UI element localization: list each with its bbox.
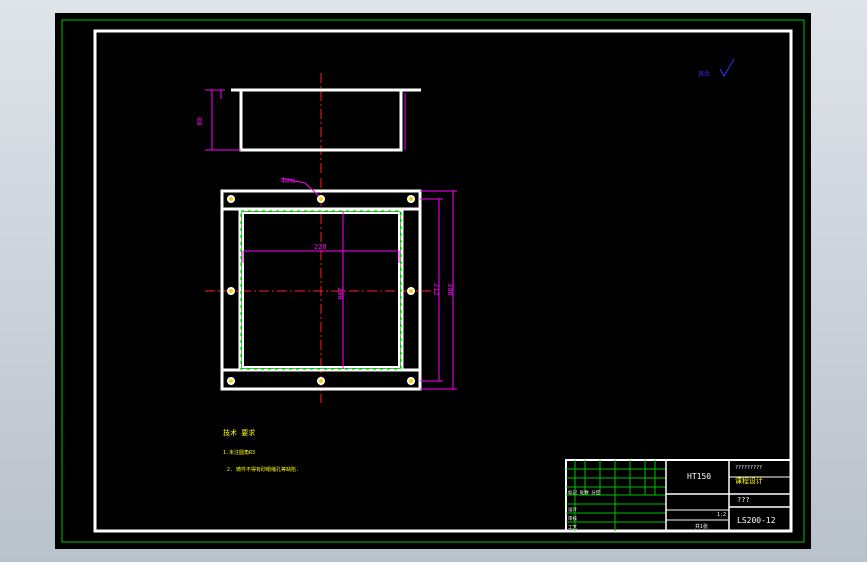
bolt-hole [227, 287, 235, 295]
title-block: 标记 处数 分区 设计 审核 工艺 HT150 1:2 共1张 ????????… [565, 459, 792, 532]
title-row-label-review: 审核 [568, 515, 577, 522]
dim-inner-height: 200 [336, 287, 344, 300]
dim-outer-height: 300 [446, 283, 454, 296]
title-material: HT150 [687, 472, 711, 481]
title-drawing-number: LS200-12 [737, 516, 776, 525]
bolt-hole [227, 377, 235, 385]
drawing-border [93, 29, 793, 533]
title-part-name: ??? [737, 496, 750, 504]
dim-inner-width: 220 [314, 243, 327, 251]
drawing-canvas[interactable]: 80 4xM6 220 200 212 300 其余 技术 要求 1.未注圆角R… [55, 13, 811, 549]
bolt-hole [317, 377, 325, 385]
title-row-label-design: 设计 [568, 506, 577, 513]
top-view: 80 [195, 73, 421, 173]
bolt-hole [407, 377, 415, 385]
dim-top-view-height: 80 [195, 117, 203, 125]
roughness-label: 其余 [698, 70, 710, 78]
front-view: 4xM6 220 200 212 300 [205, 177, 457, 403]
title-scale: 1:2 [717, 512, 726, 518]
roughness-check-icon [719, 58, 735, 77]
bolt-hole [227, 195, 235, 203]
title-sheet: 共1张 [695, 523, 708, 530]
bolt-hole [407, 195, 415, 203]
tech-req-line-2: 2. 铸件不得有砂眼缩孔等缺陷. [227, 466, 299, 473]
bolt-hole [317, 195, 325, 203]
title-row-label-marks: 标记 处数 分区 [568, 489, 601, 496]
cad-drawing: 80 4xM6 220 200 212 300 其余 技术 要求 1.未注圆角R… [61, 19, 805, 543]
roughness-symbol: 其余 [698, 58, 735, 78]
tech-req-title: 技术 要求 [223, 428, 255, 437]
tech-req-line-1: 1.未注圆角R3 [223, 449, 255, 456]
title-school-bottom: 课程设计 [735, 476, 763, 485]
leader-callout: 4xM6 [281, 178, 296, 185]
technical-requirements: 技术 要求 1.未注圆角R3 2. 铸件不得有砂眼缩孔等缺陷. [223, 428, 299, 473]
title-school-top: ????????? [735, 465, 762, 471]
title-row-label-process: 工艺 [568, 525, 577, 531]
dim-bolt-spacing: 212 [432, 283, 440, 296]
bolt-hole [407, 287, 415, 295]
outer-frame [61, 19, 805, 543]
